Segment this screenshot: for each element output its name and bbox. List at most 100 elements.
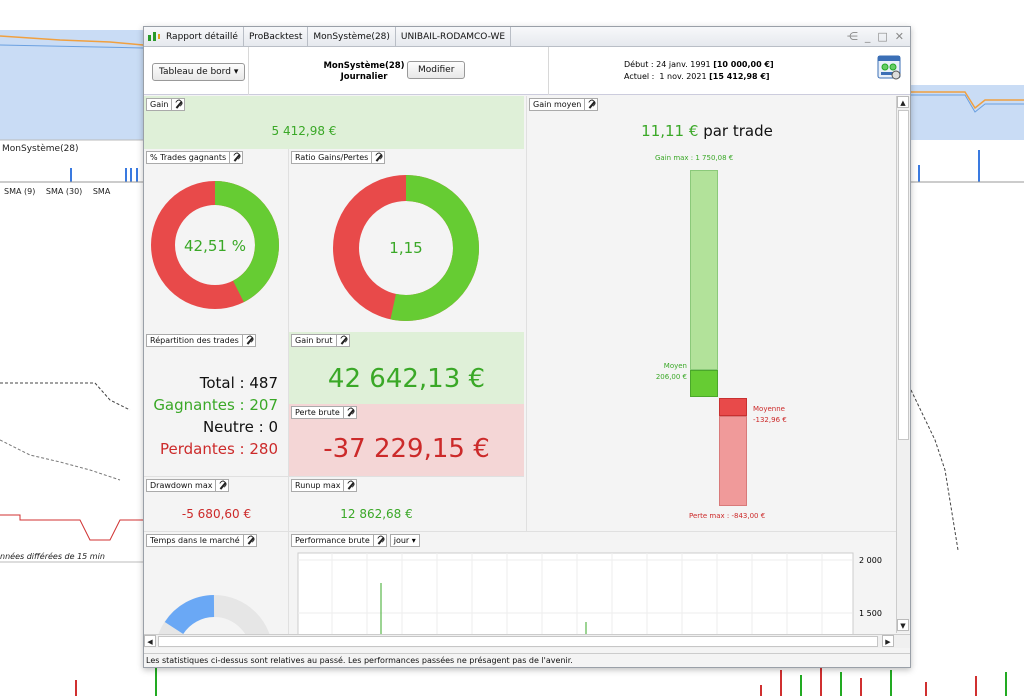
- bg-indicator-legend: SMA (9) SMA (30) SMA: [4, 187, 110, 196]
- perf-tick-2000: 2 000: [859, 556, 882, 565]
- vertical-scroll-thumb[interactable]: [898, 110, 909, 440]
- modify-button[interactable]: Modifier: [407, 61, 466, 79]
- scroll-left-icon[interactable]: ◀: [144, 635, 156, 647]
- gross-loss-wrench-icon[interactable]: [343, 406, 357, 419]
- start-date: 24 janv. 1991: [656, 60, 711, 69]
- repartition-label: Répartition des trades: [146, 334, 243, 347]
- loss-bar: [719, 416, 747, 506]
- total-trades: Total : 487: [199, 374, 278, 392]
- win-rate-wrench-icon[interactable]: [230, 151, 244, 164]
- winning-trades: Gagnantes : 207: [153, 396, 278, 414]
- current-label: Actuel :: [624, 72, 655, 81]
- runup-wrench-icon[interactable]: [344, 479, 358, 492]
- performance-period-label: jour: [393, 536, 410, 545]
- time-in-market-label: Temps dans le marché: [146, 534, 244, 547]
- start-value: [10 000,00 €]: [713, 60, 774, 69]
- performance-cell: Performance brute jour ▾ 2 000 1 500: [289, 531, 896, 634]
- gross-loss-value: -37 229,15 €: [323, 434, 490, 464]
- sma-legend-3: SMA: [92, 187, 111, 196]
- tab-probacktest[interactable]: ProBacktest: [244, 27, 309, 47]
- performance-label: Performance brute: [291, 534, 374, 547]
- gross-loss-cell: Perte brute -37 229,15 €: [289, 404, 524, 476]
- system-info: MonSystème(28) Journalier: [314, 61, 414, 83]
- gross-gain-value: 42 642,13 €: [327, 364, 486, 394]
- runup-cell: Runup max 12 862,68 €: [289, 476, 524, 531]
- avg-gain-cell: Gain moyen 11,11 € par trade Gain max : …: [526, 96, 896, 531]
- maximize-icon[interactable]: □: [877, 30, 887, 43]
- minimize-icon[interactable]: _: [865, 30, 871, 43]
- runup-value: 12 862,68 €: [340, 507, 413, 521]
- drawdown-cell: Drawdown max -5 680,60 €: [144, 476, 289, 531]
- scroll-right-icon[interactable]: ▶: [882, 635, 894, 647]
- chevron-down-icon: ▾: [233, 67, 239, 77]
- ratio-value: 1,15: [389, 239, 423, 257]
- avg-gain-unit: par trade: [703, 122, 773, 140]
- dashboard-dropdown-label: Tableau de bord: [159, 67, 231, 77]
- repartition-cell: Répartition des trades Total : 487 Gagna…: [144, 332, 289, 476]
- tab-detailed-report[interactable]: Rapport détaillé: [144, 27, 244, 47]
- candlestick-icon: [148, 31, 160, 41]
- sma-legend-2: SMA (30): [45, 187, 83, 196]
- date-range: Début : 24 janv. 1991 [10 000,00 €] Actu…: [624, 59, 774, 83]
- scroll-down-icon[interactable]: ▼: [897, 619, 909, 631]
- performance-chart: [297, 552, 854, 634]
- avg-gain-value: 11,11 €: [641, 122, 699, 140]
- avg-label: Moyen: [663, 362, 687, 370]
- drawdown-value: -5 680,60 €: [181, 507, 252, 521]
- system-period: Journalier: [340, 72, 388, 82]
- win-rate-value: 42,51 %: [184, 237, 246, 255]
- tab-detailed-report-label: Rapport détaillé: [166, 31, 238, 42]
- runup-label: Runup max: [291, 479, 345, 492]
- max-loss-label: Perte max : -843,00 €: [689, 512, 766, 520]
- bg-system-label: MonSystème(28): [2, 144, 79, 154]
- report-header: Tableau de bord ▾ MonSystème(28) Journal…: [144, 47, 910, 95]
- avg-value: 206,00 €: [655, 373, 687, 381]
- win-rate-cell: % Trades gagnants 42,51 %: [144, 149, 289, 332]
- gain-bar: [690, 170, 718, 370]
- gain-value: 5 412,98 €: [271, 124, 337, 138]
- start-label: Début :: [624, 60, 654, 69]
- gross-gain-label: Gain brut: [291, 334, 337, 347]
- gross-gain-wrench-icon[interactable]: [336, 334, 350, 347]
- losing-trades: Perdantes : 280: [159, 440, 278, 458]
- vertical-scrollbar[interactable]: ▲ ▼: [896, 96, 910, 633]
- scroll-up-icon[interactable]: ▲: [897, 96, 909, 108]
- horizontal-scroll-thumb[interactable]: [158, 636, 878, 647]
- performance-wrench-icon[interactable]: [373, 534, 387, 547]
- gain-label: Gain: [146, 98, 173, 111]
- avg-gain-headline: 11,11 € par trade: [527, 122, 887, 140]
- avg-gain-bar: [690, 370, 718, 397]
- avg-loss-bar: [719, 398, 747, 416]
- dashboard-settings-icon[interactable]: [877, 55, 903, 81]
- avg-gain-wrench-icon[interactable]: [585, 98, 599, 111]
- horizontal-scrollbar[interactable]: ◀ ▶: [144, 634, 910, 648]
- ratio-cell: Ratio Gains/Pertes 1,15: [289, 149, 524, 332]
- share-icon[interactable]: ⋲: [847, 30, 858, 43]
- bg-data-note: nnées différées de 15 min: [0, 552, 105, 561]
- gain-cell: Gain 5 412,98 €: [144, 96, 524, 149]
- gain-wrench-icon[interactable]: [172, 98, 186, 111]
- current-value: [15 412,98 €]: [709, 72, 770, 81]
- repartition-wrench-icon[interactable]: [242, 334, 256, 347]
- win-rate-label: % Trades gagnants: [146, 151, 231, 164]
- system-name: MonSystème(28): [323, 61, 405, 71]
- detailed-report-window: Rapport détaillé ProBacktest MonSystème(…: [143, 26, 911, 668]
- perf-tick-1500: 1 500: [859, 609, 882, 618]
- drawdown-wrench-icon[interactable]: [216, 479, 230, 492]
- window-titlebar: Rapport détaillé ProBacktest MonSystème(…: [144, 27, 910, 47]
- disclaimer-footer: Les statistiques ci-dessus sont relative…: [144, 653, 910, 667]
- current-date: 1 nov. 2021: [659, 72, 707, 81]
- gross-gain-cell: Gain brut 42 642,13 €: [289, 332, 524, 404]
- time-in-market-wrench-icon[interactable]: [243, 534, 257, 547]
- ratio-label: Ratio Gains/Pertes: [291, 151, 373, 164]
- tab-system[interactable]: MonSystème(28): [308, 27, 396, 47]
- drawdown-label: Drawdown max: [146, 479, 217, 492]
- avg-loss-label: Moyenne: [753, 405, 785, 413]
- close-icon[interactable]: ✕: [895, 30, 904, 43]
- ratio-wrench-icon[interactable]: [372, 151, 386, 164]
- avg-loss-value: -132,96 €: [753, 416, 787, 424]
- performance-period-dropdown[interactable]: jour ▾: [389, 534, 420, 547]
- tab-instrument[interactable]: UNIBAIL-RODAMCO-WE: [396, 27, 512, 47]
- dashboard-dropdown[interactable]: Tableau de bord ▾: [152, 63, 246, 81]
- sma-legend-1: SMA (9): [4, 187, 36, 196]
